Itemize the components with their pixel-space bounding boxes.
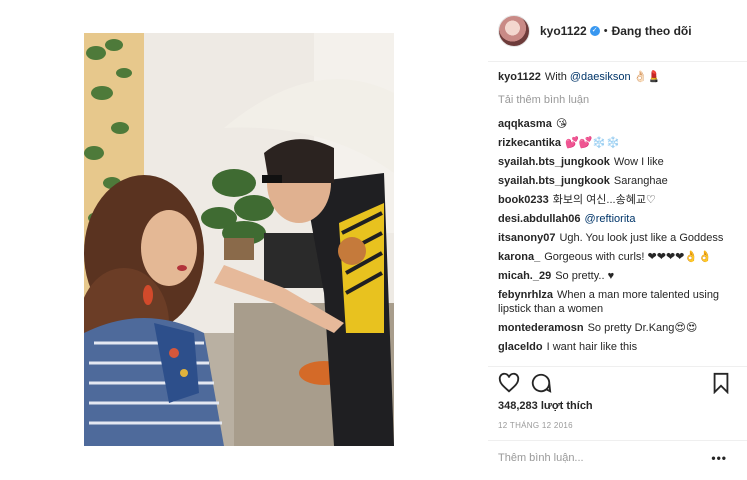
comment-username[interactable]: glaceldo	[498, 341, 543, 353]
ellipsis-icon[interactable]: •••	[711, 451, 727, 465]
caption-text: With	[544, 71, 567, 83]
comment-username[interactable]: rizkecantika	[498, 137, 561, 149]
caption-username[interactable]: kyo1122	[498, 71, 541, 83]
header-divider	[488, 61, 747, 62]
comment-username[interactable]: aqqkasma	[498, 118, 552, 130]
comment-item: micah._29 So pretty.. ♥	[498, 269, 738, 283]
comment-text: I want hair like this	[546, 341, 638, 353]
comment-item: itsanony07 Ugh. You look just like a Godd…	[498, 231, 738, 245]
comment-item: syailah.bts_jungkook Wow I like	[498, 155, 738, 169]
post-date: 12 THÁNG 12 2016	[498, 421, 573, 430]
comment-item: syailah.bts_jungkook Saranghae	[498, 174, 738, 188]
caption: kyo1122 With @daesikson 👌🏻💄	[498, 70, 738, 84]
comment-username[interactable]: micah._29	[498, 270, 551, 282]
comment-item: book0233 화보의 여신...송혜교♡	[498, 193, 738, 207]
comment-item: febynrhlza When a man more talented using…	[498, 288, 738, 316]
header-username[interactable]: kyo1122	[540, 24, 587, 38]
comment-item: rizkecantika 💕💕❄️❄️	[498, 136, 738, 150]
comment-text: So pretty.. ♥	[555, 270, 615, 282]
comment-text: Ugh. You look just like a Goddess	[559, 232, 724, 244]
actions-divider	[488, 366, 747, 367]
comment-text: Saranghae	[613, 175, 668, 187]
comment-divider	[488, 440, 747, 441]
add-comment-input[interactable]: Thêm bình luận...	[498, 452, 584, 464]
comment-text: Gorgeous with curls! ❤❤❤❤👌👌	[544, 251, 712, 263]
comment-username[interactable]: montederamosn	[498, 322, 584, 334]
verified-badge-icon: ✓	[589, 26, 600, 36]
comment-item: montederamosn So pretty Dr.Kang😍😍	[498, 321, 738, 335]
caption-emoji: 👌🏻💄	[633, 71, 662, 83]
follow-status-button[interactable]: Đang theo dõi	[612, 24, 692, 38]
comment-text: So pretty Dr.Kang😍😍	[587, 322, 698, 334]
comment-username[interactable]: syailah.bts_jungkook	[498, 156, 610, 168]
comment-item: glaceldo I want hair like this	[498, 340, 738, 354]
comments-list: kyo1122 With @daesikson 👌🏻💄 Tải thêm bình…	[498, 70, 738, 359]
comment-item: desi.abdullah06 @reftiorita	[498, 212, 738, 226]
comment-username[interactable]: febynrhlza	[498, 289, 553, 301]
caption-mention[interactable]: @daesikson	[570, 71, 631, 83]
likes-count[interactable]: 348,283 lượt thích	[498, 400, 593, 412]
photo-illustration	[84, 33, 394, 446]
action-bar	[498, 372, 730, 394]
comment-bubble-icon[interactable]	[530, 372, 552, 394]
comment-item: karona_ Gorgeous with curls! ❤❤❤❤👌👌	[498, 250, 738, 264]
avatar[interactable]	[498, 15, 530, 47]
comment-username[interactable]: itsanony07	[498, 232, 555, 244]
post-photo[interactable]	[84, 33, 394, 446]
comment-text: Wow I like	[613, 156, 664, 168]
bookmark-icon[interactable]	[710, 372, 732, 394]
separator-dot: •	[603, 25, 608, 37]
post-sidebar: kyo1122 ✓ • Đang theo dõi kyo1122 With @d…	[488, 0, 747, 480]
comment-username[interactable]: book0233	[498, 194, 549, 206]
comment-item: aqqkasma 😘	[498, 117, 738, 131]
post-header: kyo1122 ✓ • Đang theo dõi	[498, 14, 692, 48]
heart-icon[interactable]	[498, 372, 520, 394]
load-more-comments-link[interactable]: Tải thêm bình luận	[498, 93, 738, 107]
comment-username[interactable]: syailah.bts_jungkook	[498, 175, 610, 187]
comment-username[interactable]: desi.abdullah06	[498, 213, 581, 225]
comment-text: 💕💕❄️❄️	[564, 137, 620, 149]
comment-text: 😘	[555, 118, 568, 130]
comment-mention[interactable]: @reftiorita	[585, 213, 636, 225]
comment-text: 화보의 여신...송혜교♡	[552, 194, 656, 206]
comment-username[interactable]: karona_	[498, 251, 540, 263]
